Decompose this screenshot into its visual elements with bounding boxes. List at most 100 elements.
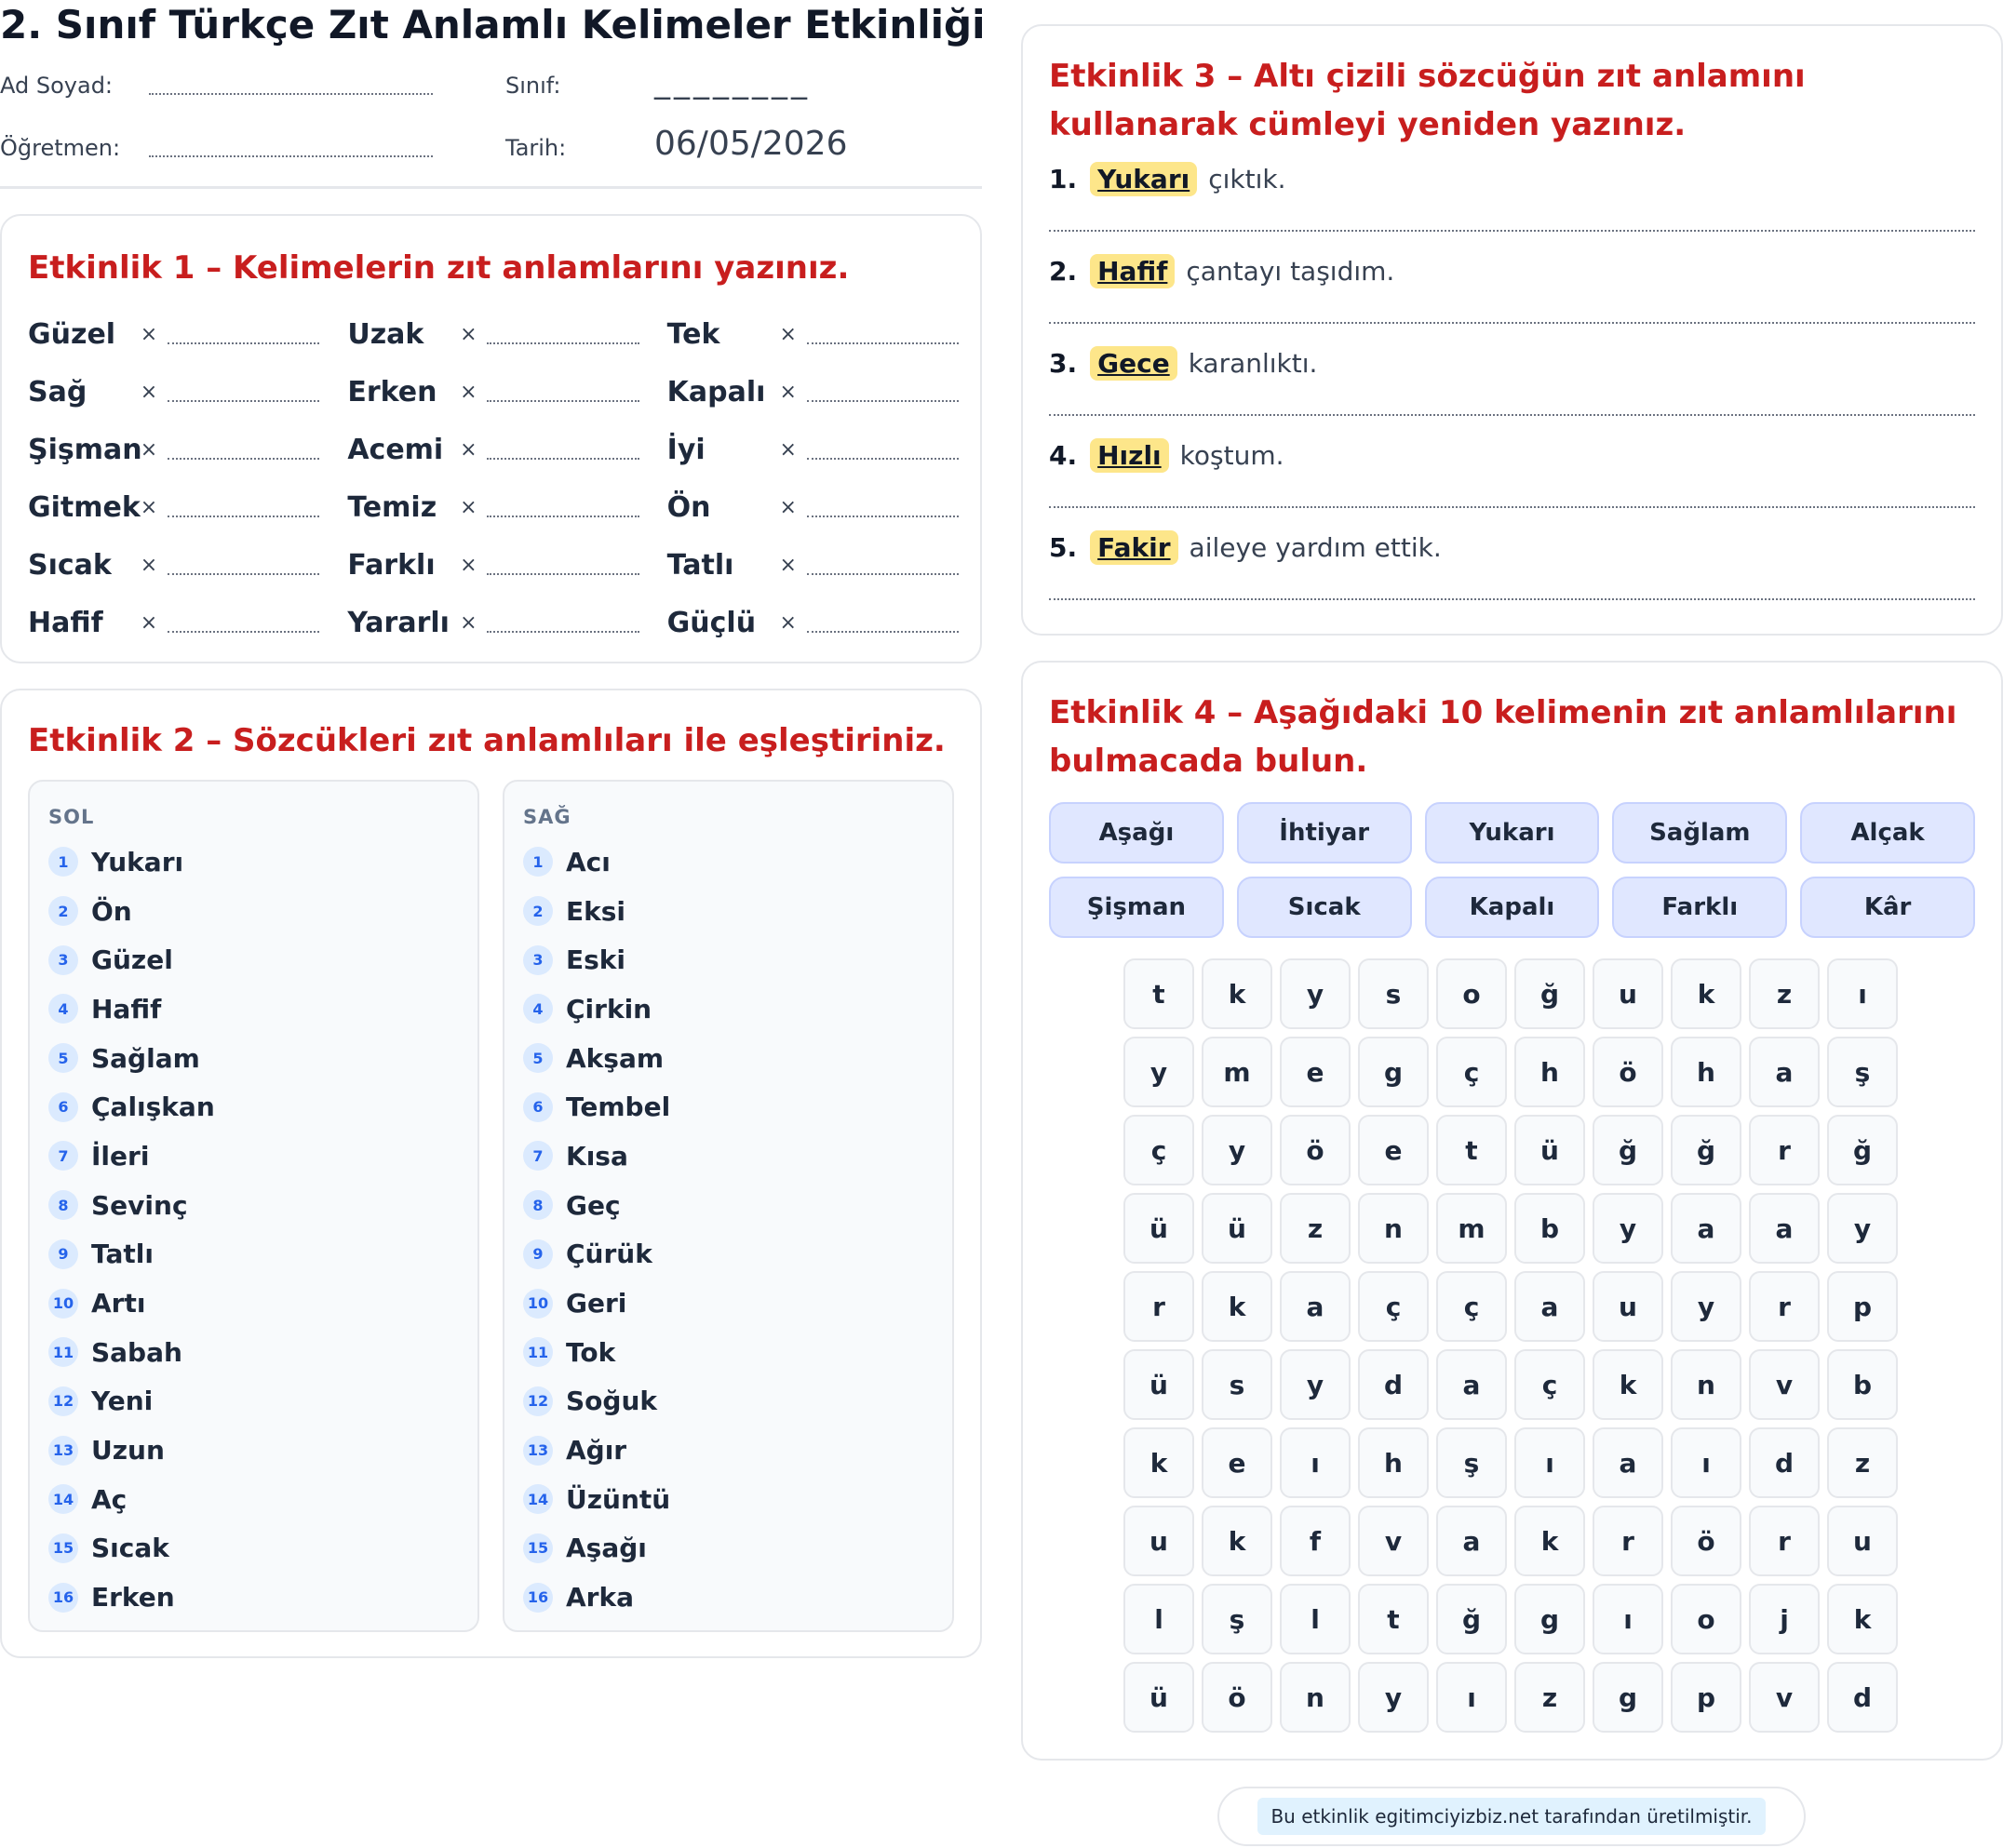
letter-cell[interactable]: u [1593,958,1663,1029]
match-item[interactable]: 15 Sıcak [48,1524,458,1573]
letter-cell[interactable]: ş [1827,1037,1898,1107]
match-item[interactable]: 8 Geç [523,1181,933,1230]
letter-cell[interactable]: m [1436,1193,1507,1264]
answer-line[interactable] [487,516,639,517]
answer-line[interactable] [806,400,959,402]
letter-cell[interactable]: v [1749,1662,1820,1733]
letter-cell[interactable]: ç [1123,1115,1194,1185]
letter-cell[interactable]: a [1436,1506,1507,1576]
answer-line[interactable] [806,631,959,633]
letter-cell[interactable]: h [1671,1037,1741,1107]
match-item[interactable]: 12 Yeni [48,1377,458,1426]
letter-cell[interactable]: y [1280,958,1351,1029]
match-item[interactable]: 10 Artı [48,1279,458,1328]
teacher-field[interactable] [149,155,433,157]
match-item[interactable]: 6 Çalışkan [48,1082,458,1132]
match-item[interactable]: 9 Tatlı [48,1230,458,1279]
letter-cell[interactable]: ü [1514,1115,1585,1185]
letter-cell[interactable]: ğ [1593,1115,1663,1185]
letter-cell[interactable]: o [1436,958,1507,1029]
match-item[interactable]: 2 Eksi [523,887,933,936]
letter-cell[interactable]: a [1749,1193,1820,1264]
letter-cell[interactable]: n [1280,1662,1351,1733]
match-item[interactable]: 14 Aç [48,1475,458,1524]
match-item[interactable]: 5 Sağlam [48,1034,458,1083]
letter-cell[interactable]: u [1827,1506,1898,1576]
answer-line[interactable] [1049,414,1975,416]
match-item[interactable]: 8 Sevinç [48,1181,458,1230]
letter-cell[interactable]: a [1593,1427,1663,1498]
letter-cell[interactable]: z [1280,1193,1351,1264]
letter-cell[interactable]: y [1671,1271,1741,1342]
letter-cell[interactable]: k [1202,1271,1272,1342]
answer-line[interactable] [487,400,639,402]
match-item[interactable]: 14 Üzüntü [523,1475,933,1524]
letter-cell[interactable]: d [1749,1427,1820,1498]
letter-cell[interactable]: b [1827,1349,1898,1420]
match-item[interactable]: 1 Yukarı [48,837,458,887]
letter-cell[interactable]: ğ [1436,1584,1507,1654]
match-item[interactable]: 2 Ön [48,887,458,936]
letter-cell[interactable]: l [1280,1584,1351,1654]
letter-cell[interactable]: y [1202,1115,1272,1185]
match-item[interactable]: 6 Tembel [523,1082,933,1132]
letter-cell[interactable]: k [1671,958,1741,1029]
letter-cell[interactable]: ğ [1827,1115,1898,1185]
letter-cell[interactable]: k [1514,1506,1585,1576]
letter-cell[interactable]: a [1280,1271,1351,1342]
letter-cell[interactable]: ı [1436,1662,1507,1733]
letter-cell[interactable]: y [1280,1349,1351,1420]
match-item[interactable]: 16 Arka [523,1573,933,1622]
letter-cell[interactable]: a [1749,1037,1820,1107]
match-item[interactable]: 10 Geri [523,1279,933,1328]
letter-cell[interactable]: o [1671,1584,1741,1654]
answer-line[interactable] [487,573,639,575]
letter-cell[interactable]: z [1827,1427,1898,1498]
match-item[interactable]: 4 Hafif [48,984,458,1034]
letter-cell[interactable]: e [1280,1037,1351,1107]
letter-cell[interactable]: k [1202,1506,1272,1576]
match-item[interactable]: 3 Eski [523,935,933,984]
answer-line[interactable] [168,342,320,344]
letter-cell[interactable]: z [1514,1662,1585,1733]
letter-cell[interactable]: v [1749,1349,1820,1420]
letter-cell[interactable]: ç [1436,1271,1507,1342]
letter-cell[interactable]: ç [1436,1037,1507,1107]
letter-cell[interactable]: r [1749,1271,1820,1342]
match-item[interactable]: 5 Akşam [523,1034,933,1083]
letter-cell[interactable]: n [1671,1349,1741,1420]
letter-cell[interactable]: y [1593,1193,1663,1264]
letter-cell[interactable]: ö [1593,1037,1663,1107]
letter-cell[interactable]: k [1123,1427,1194,1498]
name-field[interactable] [149,93,433,95]
match-item[interactable]: 1 Acı [523,837,933,887]
letter-cell[interactable]: a [1514,1271,1585,1342]
match-item[interactable]: 7 Kısa [523,1132,933,1181]
letter-cell[interactable]: v [1358,1506,1429,1576]
answer-line[interactable] [1049,322,1975,324]
letter-cell[interactable]: ü [1123,1662,1194,1733]
letter-cell[interactable]: ş [1202,1584,1272,1654]
letter-cell[interactable]: ö [1280,1115,1351,1185]
answer-line[interactable] [487,342,639,344]
letter-cell[interactable]: k [1202,958,1272,1029]
letter-cell[interactable]: r [1593,1506,1663,1576]
letter-cell[interactable]: s [1358,958,1429,1029]
letter-cell[interactable]: h [1514,1037,1585,1107]
letter-cell[interactable]: ğ [1514,958,1585,1029]
letter-cell[interactable]: r [1749,1115,1820,1185]
match-item[interactable]: 3 Güzel [48,935,458,984]
letter-cell[interactable]: g [1514,1584,1585,1654]
match-item[interactable]: 11 Tok [523,1328,933,1377]
answer-line[interactable] [1049,506,1975,508]
answer-line[interactable] [168,631,320,633]
letter-cell[interactable]: e [1358,1115,1429,1185]
letter-cell[interactable]: ı [1280,1427,1351,1498]
letter-cell[interactable]: s [1202,1349,1272,1420]
letter-cell[interactable]: ü [1123,1349,1194,1420]
letter-cell[interactable]: ı [1593,1584,1663,1654]
letter-cell[interactable]: a [1671,1193,1741,1264]
answer-line[interactable] [806,573,959,575]
letter-cell[interactable]: f [1280,1506,1351,1576]
letter-cell[interactable]: ç [1514,1349,1585,1420]
